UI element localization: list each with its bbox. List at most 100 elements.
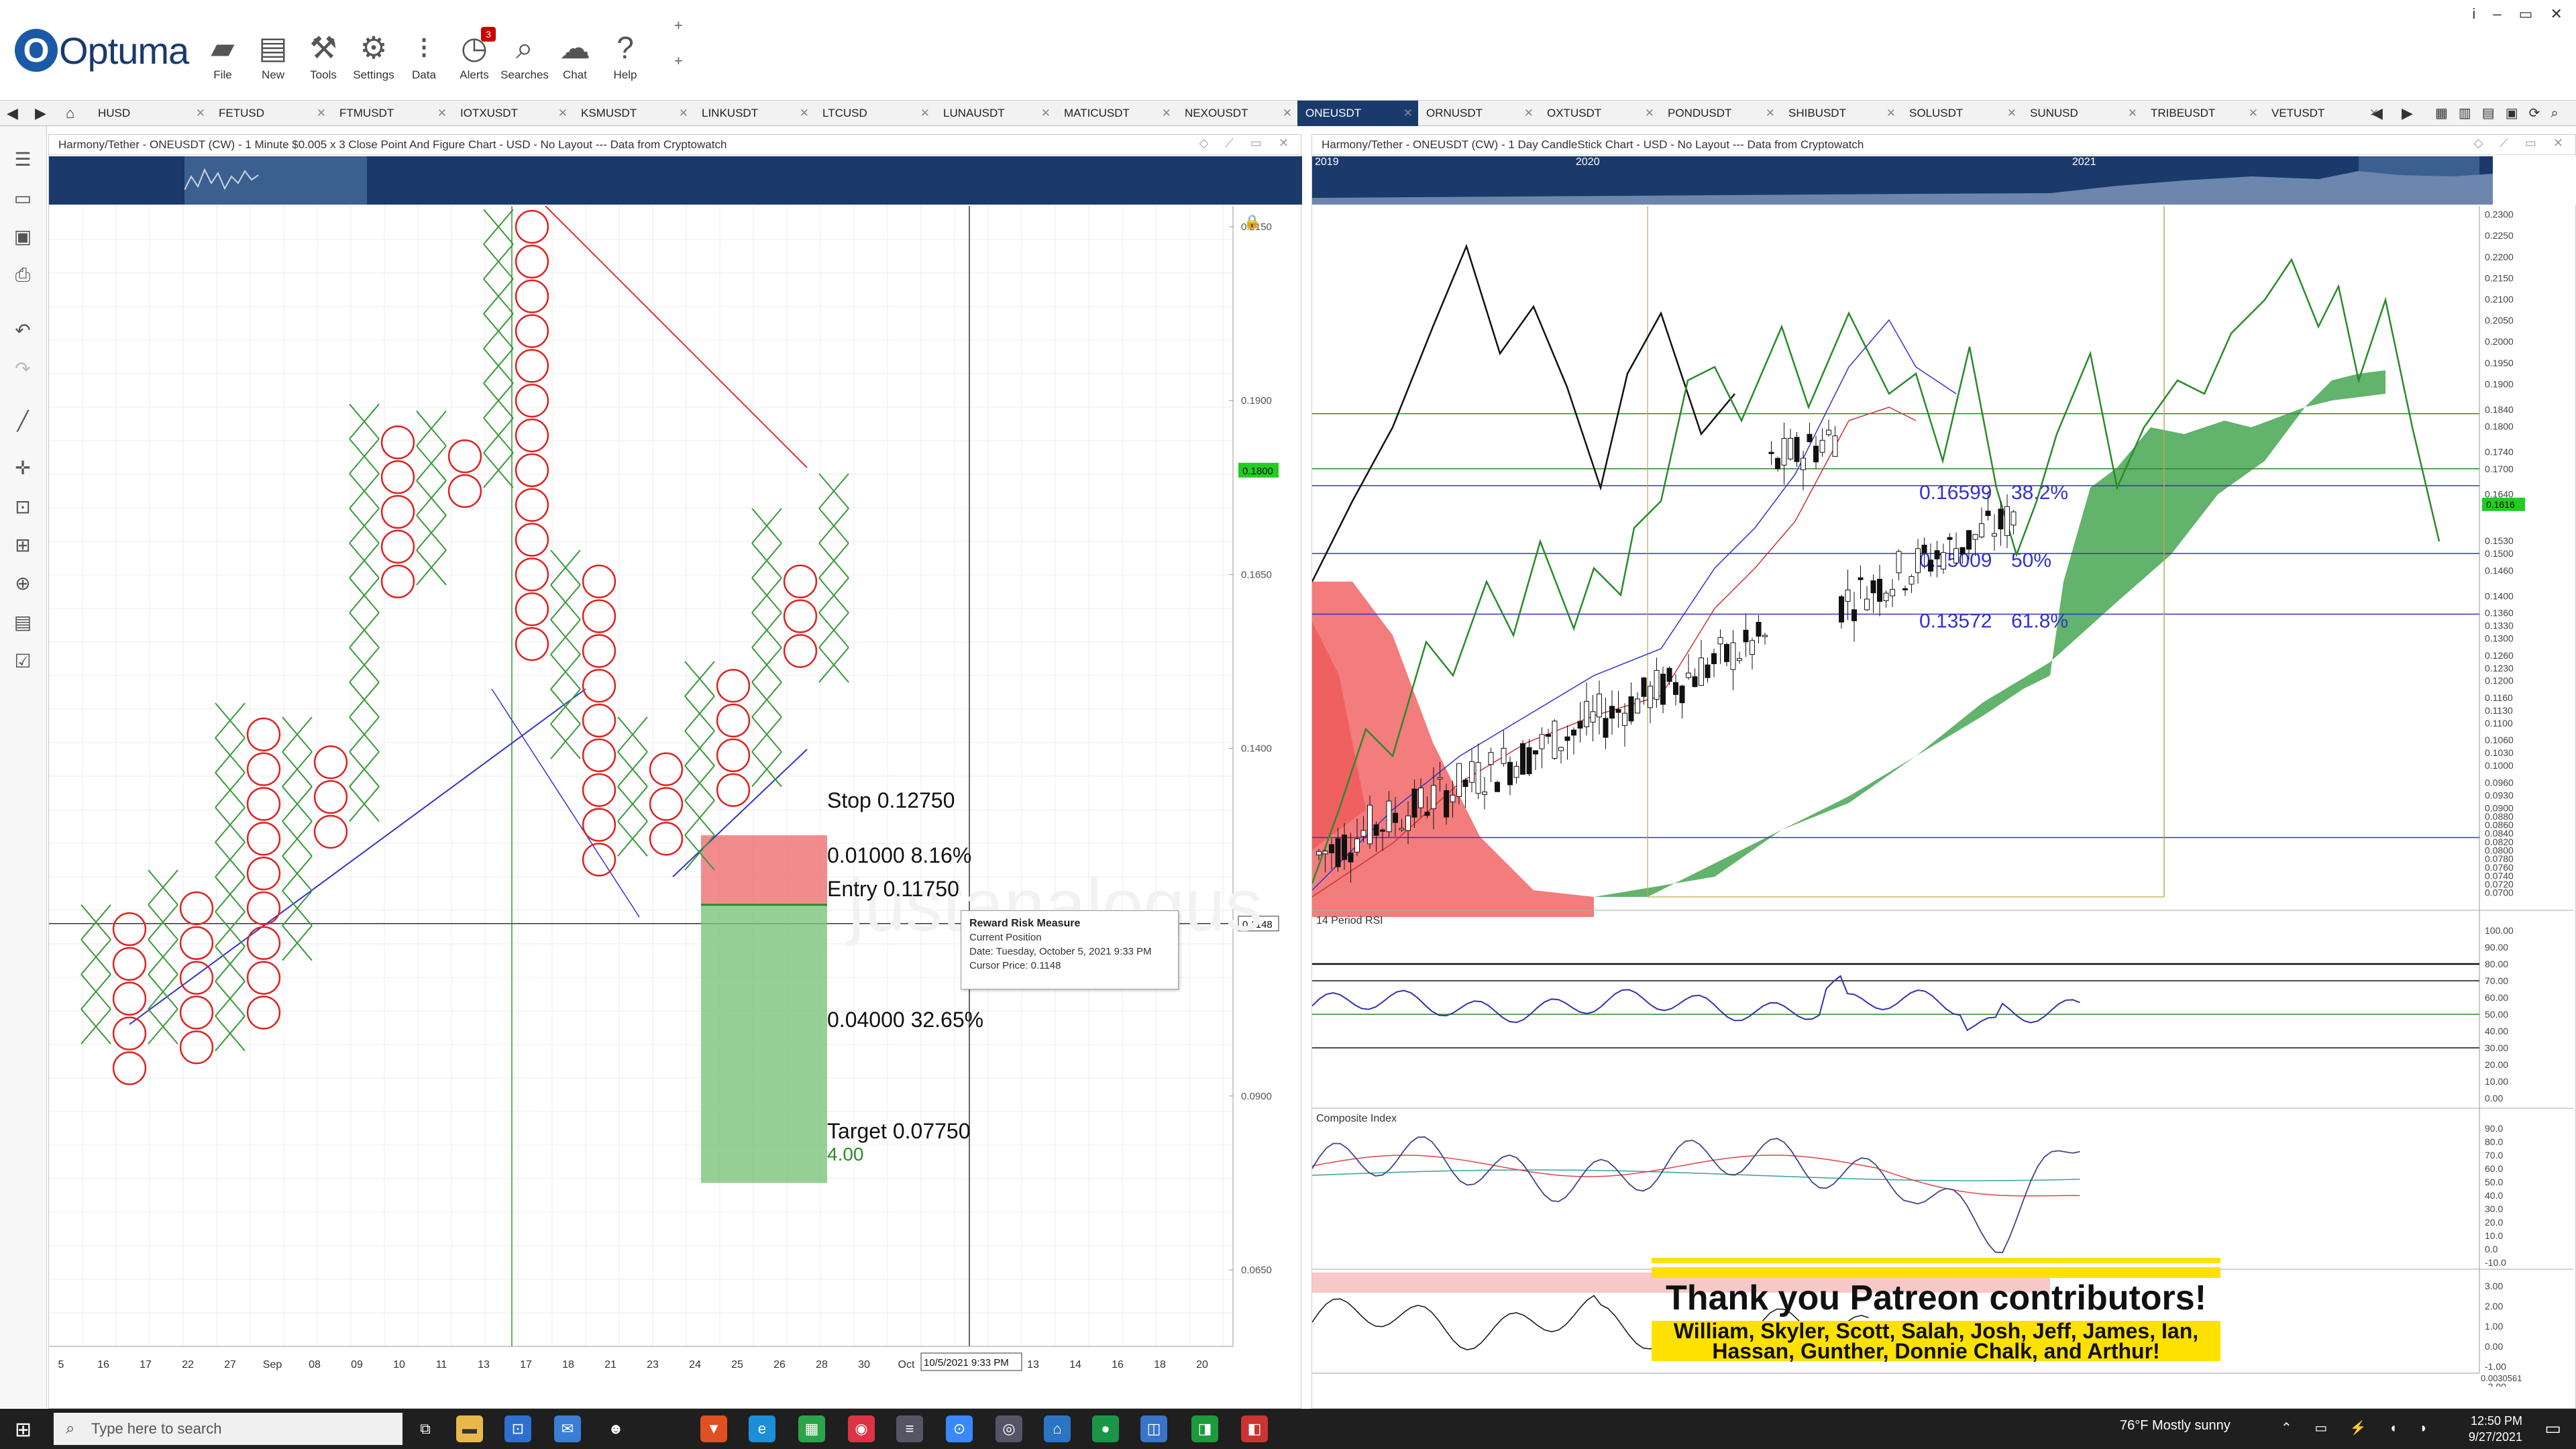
file-button[interactable]: ▰ File [199, 27, 247, 94]
close-icon[interactable]: ✕ [558, 101, 568, 126]
close-icon[interactable]: ✕ [1041, 101, 1051, 126]
edge-browser-icon[interactable]: e [749, 1415, 775, 1442]
candle-body [1819, 439, 1825, 453]
close-icon[interactable]: ✕ [1403, 101, 1413, 126]
tab-husd[interactable]: HUSD ✕ [90, 101, 211, 126]
file-explorer-icon[interactable]: ▬ [456, 1415, 483, 1442]
app-icon[interactable]: ⊙ [946, 1415, 973, 1442]
close-icon[interactable]: ✕ [1524, 101, 1534, 126]
close-icon[interactable]: ✕ [1162, 101, 1171, 126]
app-icon[interactable]: ◨ [1191, 1415, 1218, 1442]
close-icon[interactable]: ✕ [2007, 101, 2017, 126]
close-icon[interactable]: ✕ [2249, 101, 2258, 126]
help-button[interactable]: ? Help [601, 27, 649, 94]
tab-scroll-left-icon[interactable]: ◀ [2371, 101, 2383, 126]
close-icon[interactable]: ✕ [196, 101, 205, 126]
grid-icon[interactable]: ⊞ [9, 532, 36, 559]
searches-button[interactable]: ⌕ Searches [500, 27, 549, 94]
print-icon[interactable]: ⎙ [9, 262, 36, 288]
undo-icon[interactable]: ↶ [9, 317, 36, 344]
right-overview-strip[interactable]: 2019 2020 2021 [1312, 156, 2576, 205]
alien-app-icon[interactable]: ☻ [602, 1415, 629, 1442]
candlestick-chart[interactable]: 0.2300 0.2250 0.2200 0.2150 0.2100 0.2050 0.20… [1312, 206, 2576, 1387]
tab-vetusdt[interactable]: VETUSDT ✕ [2263, 101, 2384, 126]
tab-ftmusdt[interactable]: FTMUSDT ✕ [331, 101, 452, 126]
lock-icon[interactable]: ⊡ [9, 494, 36, 521]
taskbar-search-input[interactable]: ⌕ Type here to search [54, 1413, 402, 1445]
close-icon[interactable]: ✕ [920, 101, 930, 126]
new-button[interactable]: ▤ New [249, 27, 297, 94]
close-icon[interactable]: ✕ [437, 101, 447, 126]
add-icon[interactable]: + [674, 17, 683, 34]
app-icon[interactable]: ◎ [996, 1415, 1022, 1442]
date-tick-label: 14 [2171, 1386, 2184, 1387]
store-icon[interactable]: ⊡ [504, 1415, 531, 1442]
windows-start-icon[interactable]: ⊞ [15, 1418, 32, 1442]
tab-linkusdt[interactable]: LINKUSDT ✕ [694, 101, 814, 126]
back-arrow-icon[interactable]: ◀ [7, 101, 18, 126]
task-view-icon[interactable]: ⧉ [412, 1415, 439, 1442]
optuma-taskbar-icon[interactable]: ◧ [1241, 1415, 1268, 1442]
add-icon[interactable]: + [674, 52, 683, 70]
tools-button[interactable]: ⚒ Tools [299, 27, 347, 94]
close-icon[interactable]: ✕ [2128, 101, 2137, 126]
panel-window-controls[interactable]: ◇ ⟋ ▭ ✕ [1199, 136, 1295, 150]
app-icon[interactable]: ● [1092, 1415, 1119, 1442]
window-controls[interactable]: i – ▭ ✕ [2472, 5, 2569, 23]
tab-sunusd[interactable]: SUNUSD ✕ [2022, 101, 2143, 126]
close-icon[interactable]: ✕ [679, 101, 688, 126]
price-tick-label: 0.1030 [2485, 747, 2514, 758]
tab-oneusdt[interactable]: ONEUSDT ✕ [1297, 101, 1418, 126]
tab-lunausdt[interactable]: LUNAUSDT ✕ [935, 101, 1056, 126]
home-icon[interactable]: ⌂ [66, 101, 74, 126]
close-icon[interactable]: ✕ [1886, 101, 1896, 126]
list-icon[interactable]: ☰ [9, 146, 36, 173]
tab-ornusdt[interactable]: ORNUSDT ✕ [1418, 101, 1539, 126]
app-icon[interactable]: ⌂ [1044, 1415, 1071, 1442]
forward-arrow-icon[interactable]: ▶ [35, 101, 46, 126]
notes-icon[interactable]: ▤ [9, 609, 36, 636]
close-icon[interactable]: ✕ [317, 101, 326, 126]
close-icon[interactable]: ✕ [1766, 101, 1775, 126]
calculator-icon[interactable]: ▦ [798, 1415, 825, 1442]
folder-icon[interactable]: ▭ [9, 185, 36, 212]
tab-scroll-right-icon[interactable]: ▶ [2402, 101, 2413, 126]
brave-browser-icon[interactable]: ▼ [700, 1415, 727, 1442]
checklist-icon[interactable]: ☑ [9, 648, 36, 675]
tab-fetusd[interactable]: FETUSD ✕ [211, 101, 331, 126]
trendline-tool-icon[interactable]: ╱ [9, 408, 36, 435]
app-icon[interactable]: ≡ [896, 1415, 923, 1442]
data-button[interactable]: ⁝ Data [400, 27, 448, 94]
taskbar-clock[interactable]: 12:50 PM 9/27/2021 [2469, 1413, 2522, 1445]
mail-icon[interactable]: ✉ [554, 1415, 581, 1442]
app-icon[interactable]: ◫ [1140, 1415, 1167, 1442]
settings-button[interactable]: ⚙ Settings [350, 27, 398, 94]
system-tray-icons[interactable]: ⌃ ▭ ⚡ ◖ ◗ [2281, 1419, 2437, 1436]
tab-shibusdt[interactable]: SHIBUSDT ✕ [1780, 101, 1901, 126]
close-icon[interactable]: ✕ [1283, 101, 1292, 126]
panel-window-controls[interactable]: ◇ ⟋ ▭ ✕ [2473, 136, 2570, 150]
tab-ltcusd[interactable]: LTCUSD ✕ [814, 101, 935, 126]
tab-pondusdt[interactable]: PONDUSDT ✕ [1660, 101, 1780, 126]
stamp-icon[interactable]: ⊕ [9, 570, 36, 597]
layout-icons[interactable]: ▦▥▤▣⟳⌕ [2435, 101, 2569, 126]
notification-icon[interactable]: ▭ [2544, 1418, 2561, 1439]
chat-button[interactable]: ☁ Chat [551, 27, 599, 94]
alerts-button[interactable]: ◷ Alerts 3 [450, 27, 498, 94]
tab-iotxusdt[interactable]: IOTXUSDT ✕ [452, 101, 573, 126]
tab-nexousdt[interactable]: NEXOUSDT ✕ [1177, 101, 1297, 126]
tab-tribeusdt[interactable]: TRIBEUSDT ✕ [2143, 101, 2263, 126]
tab-maticusdt[interactable]: MATICUSDT ✕ [1056, 101, 1177, 126]
redo-icon[interactable]: ↷ [9, 356, 36, 382]
tab-oxtusdt[interactable]: OXTUSDT ✕ [1539, 101, 1660, 126]
close-icon[interactable]: ✕ [1645, 101, 1654, 126]
tab-solusdt[interactable]: SOLUSDT ✕ [1901, 101, 2022, 126]
chrome-icon[interactable]: ◉ [848, 1415, 875, 1442]
weather-widget[interactable]: 76°F Mostly sunny [2120, 1418, 2231, 1434]
save-icon[interactable]: ▣ [9, 223, 36, 250]
tab-ksmusdt[interactable]: KSMUSDT ✕ [573, 101, 694, 126]
point-and-figure-chart[interactable]: 0.21500.19000.16500.14000.09000.06500.18… [49, 206, 1302, 1380]
close-icon[interactable]: ✕ [800, 101, 809, 126]
crosshair-icon[interactable]: ✛ [9, 455, 36, 482]
left-overview-strip[interactable] [49, 156, 1302, 205]
